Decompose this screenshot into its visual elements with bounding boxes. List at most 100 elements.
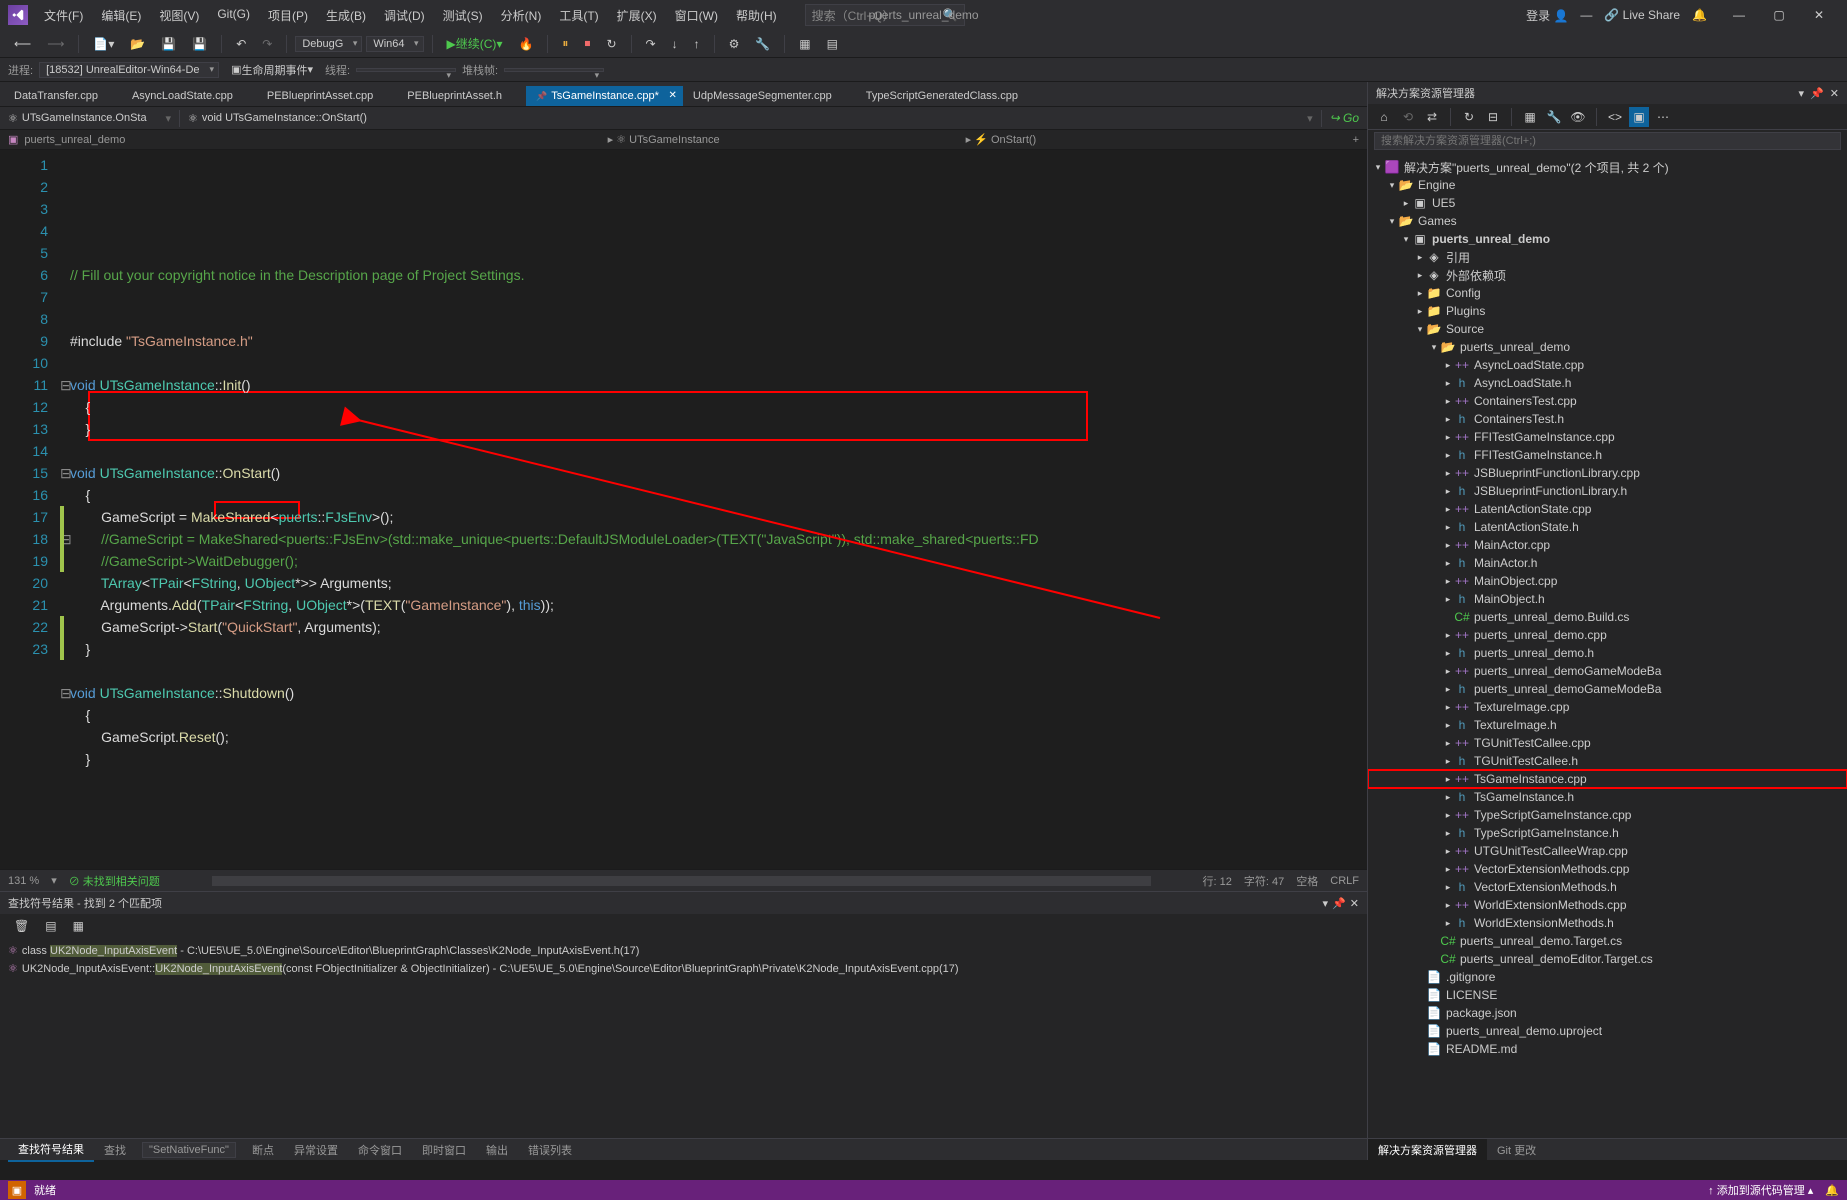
sync-icon[interactable]: ⇄ bbox=[1422, 107, 1442, 127]
panel-dropdown-icon[interactable]: ▾ bbox=[1323, 897, 1329, 910]
menu-item[interactable]: 调试(D) bbox=[376, 3, 433, 28]
tree-item[interactable]: ▾📂Source bbox=[1368, 320, 1847, 338]
bottom-tab[interactable]: 断点 bbox=[242, 1139, 284, 1161]
tree-item[interactable]: ▸📁Plugins bbox=[1368, 302, 1847, 320]
tree-item[interactable]: ▸++ContainersTest.cpp bbox=[1368, 392, 1847, 410]
tree-item[interactable]: ▸++MainActor.cpp bbox=[1368, 536, 1847, 554]
char-indicator[interactable]: 字符: 47 bbox=[1244, 873, 1284, 889]
scope-dropdown[interactable]: ⚛ UTsGameInstance.OnSta▾ bbox=[0, 110, 180, 127]
tree-item[interactable]: ▸hLatentActionState.h bbox=[1368, 518, 1847, 536]
find-results-list[interactable]: ⚛class UK2Node_InputAxisEvent - C:\UE5\U… bbox=[0, 938, 1367, 1138]
document-tab[interactable]: PEBlueprintAsset.h bbox=[397, 86, 526, 106]
solution-search-input[interactable] bbox=[1374, 132, 1841, 150]
document-tab[interactable]: AsyncLoadState.cpp bbox=[122, 86, 257, 106]
tree-item[interactable]: ▾📂puerts_unreal_demo bbox=[1368, 338, 1847, 356]
pause-button[interactable]: ⏸ bbox=[556, 34, 574, 53]
menu-item[interactable]: 文件(F) bbox=[36, 3, 91, 28]
panel-pin-icon[interactable]: 📌 bbox=[1810, 87, 1824, 100]
tree-item[interactable]: ▸++TGUnitTestCallee.cpp bbox=[1368, 734, 1847, 752]
tree-item[interactable]: ▸hTextureImage.h bbox=[1368, 716, 1847, 734]
panel-pin-icon[interactable]: 📌 bbox=[1332, 897, 1346, 910]
login-button[interactable]: 登录 👤 bbox=[1526, 7, 1568, 24]
tree-item[interactable]: ▸📁Config bbox=[1368, 284, 1847, 302]
platform-dropdown[interactable]: Win64 bbox=[366, 36, 423, 52]
tree-item[interactable]: ▸++WorldExtensionMethods.cpp bbox=[1368, 896, 1847, 914]
more-icon[interactable]: ⋯ bbox=[1653, 107, 1673, 127]
panel-close-icon[interactable]: ✕ bbox=[1350, 897, 1359, 910]
tool-button[interactable]: 🔧 bbox=[749, 35, 776, 53]
tree-item[interactable]: 📄LICENSE bbox=[1368, 986, 1847, 1004]
tree-item[interactable]: ▸◈外部依赖项 bbox=[1368, 266, 1847, 284]
window-minimize[interactable]: — bbox=[1580, 8, 1592, 22]
zoom-level[interactable]: 131 % bbox=[8, 875, 39, 887]
step-over-button[interactable]: ↷ bbox=[640, 35, 662, 53]
tree-item[interactable]: ▸++TsGameInstance.cpp bbox=[1368, 770, 1847, 788]
menu-item[interactable]: 工具(T) bbox=[551, 3, 606, 28]
menu-item[interactable]: Git(G) bbox=[209, 3, 258, 28]
panel-dropdown-icon[interactable]: ▾ bbox=[1799, 87, 1805, 100]
restart-button[interactable]: ↻ bbox=[600, 35, 622, 53]
save-all-button[interactable]: 💾 bbox=[186, 35, 213, 53]
document-tab[interactable]: DataTransfer.cpp bbox=[4, 86, 122, 106]
tree-item[interactable]: ▸▣UE5 bbox=[1368, 194, 1847, 212]
tree-item[interactable]: ▸hFFITestGameInstance.h bbox=[1368, 446, 1847, 464]
tool-button[interactable]: ⚙ bbox=[723, 35, 746, 53]
process-dropdown[interactable]: [18532] UnrealEditor-Win64-De bbox=[39, 62, 219, 78]
minimize-button[interactable]: — bbox=[1719, 0, 1759, 30]
breadcrumb[interactable]: ▣ puerts_unreal_demo ▸ ⚛ UTsGameInstance… bbox=[0, 130, 1367, 150]
tree-item[interactable]: ▸++JSBlueprintFunctionLibrary.cpp bbox=[1368, 464, 1847, 482]
collapse-all-icon[interactable]: ⊟ bbox=[1483, 107, 1503, 127]
tree-item[interactable]: ▸hpuerts_unreal_demoGameModeBa bbox=[1368, 680, 1847, 698]
code-editor[interactable]: 1234567891011121314151617181920212223 //… bbox=[0, 150, 1367, 869]
tree-item[interactable]: ▸++TypeScriptGameInstance.cpp bbox=[1368, 806, 1847, 824]
panel-close-icon[interactable]: ✕ bbox=[1830, 87, 1839, 100]
indent-indicator[interactable]: 空格 bbox=[1296, 873, 1318, 889]
back-button[interactable]: ⟵ bbox=[8, 35, 37, 53]
horizontal-scrollbar[interactable] bbox=[212, 876, 1151, 886]
tree-item[interactable]: ▸hMainActor.h bbox=[1368, 554, 1847, 572]
lifecycle-button[interactable]: ▣ 生命周期事件 ▾ bbox=[225, 60, 319, 80]
forward-button[interactable]: ⟶ bbox=[41, 35, 70, 53]
source-control-button[interactable]: ↑ 添加到源代码管理 ▴ bbox=[1708, 1182, 1813, 1198]
step-into-button[interactable]: ↓ bbox=[666, 35, 684, 53]
document-tab[interactable]: TsGameInstance.cpp*✕ bbox=[526, 86, 683, 106]
menu-item[interactable]: 分析(N) bbox=[493, 3, 550, 28]
maximize-button[interactable]: ▢ bbox=[1759, 0, 1799, 30]
live-share-button[interactable]: 🔗 Live Share bbox=[1604, 8, 1680, 22]
add-button[interactable]: + bbox=[1353, 134, 1359, 146]
go-button[interactable]: ↪ Go bbox=[1322, 109, 1367, 127]
home-icon[interactable]: ⌂ bbox=[1374, 107, 1394, 127]
view-designer-icon[interactable]: ▣ bbox=[1629, 107, 1649, 127]
document-tab[interactable]: PEBlueprintAsset.cpp bbox=[257, 86, 397, 106]
tree-item[interactable]: ▸++puerts_unreal_demoGameModeBa bbox=[1368, 662, 1847, 680]
tree-item[interactable]: ▸hJSBlueprintFunctionLibrary.h bbox=[1368, 482, 1847, 500]
save-button[interactable]: 💾 bbox=[155, 35, 182, 53]
bottom-tab[interactable]: 即时窗口 bbox=[412, 1139, 476, 1161]
tree-item[interactable]: ▸hpuerts_unreal_demo.h bbox=[1368, 644, 1847, 662]
preview-icon[interactable]: 👁 bbox=[1568, 107, 1588, 127]
bottom-tab[interactable]: 错误列表 bbox=[518, 1139, 582, 1161]
new-button[interactable]: 📄▾ bbox=[87, 35, 120, 53]
document-tab[interactable]: UdpMessageSegmenter.cpp bbox=[683, 86, 856, 106]
tree-item[interactable]: ▸hWorldExtensionMethods.h bbox=[1368, 914, 1847, 932]
solution-tree[interactable]: ▾🟪解决方案"puerts_unreal_demo"(2 个项目, 共 2 个)… bbox=[1368, 154, 1847, 1138]
function-dropdown[interactable]: ⚛ void UTsGameInstance::OnStart()▾ bbox=[180, 110, 1322, 127]
clear-button[interactable]: 🗑 bbox=[8, 917, 35, 935]
refresh-icon[interactable]: ↻ bbox=[1459, 107, 1479, 127]
right-pane-tab[interactable]: 解决方案资源管理器 bbox=[1368, 1139, 1487, 1161]
tree-item[interactable]: ▸++TextureImage.cpp bbox=[1368, 698, 1847, 716]
back-icon[interactable]: ⟲ bbox=[1398, 107, 1418, 127]
tree-item[interactable]: ▸++MainObject.cpp bbox=[1368, 572, 1847, 590]
tree-item[interactable]: ▾📂Engine bbox=[1368, 176, 1847, 194]
tree-item[interactable]: ▾▣puerts_unreal_demo bbox=[1368, 230, 1847, 248]
breadcrumb-project[interactable]: puerts_unreal_demo bbox=[24, 134, 125, 146]
tree-item[interactable]: 📄.gitignore bbox=[1368, 968, 1847, 986]
hot-reload-button[interactable]: 🔥 bbox=[512, 35, 539, 53]
menu-item[interactable]: 测试(S) bbox=[435, 3, 491, 28]
tree-item[interactable]: ▸hMainObject.h bbox=[1368, 590, 1847, 608]
tree-item[interactable]: ▸hAsyncLoadState.h bbox=[1368, 374, 1847, 392]
tree-item[interactable]: ▸hTsGameInstance.h bbox=[1368, 788, 1847, 806]
tree-item[interactable]: ▸hTypeScriptGameInstance.h bbox=[1368, 824, 1847, 842]
close-button[interactable]: ✕ bbox=[1799, 0, 1839, 30]
view-code-icon[interactable]: <> bbox=[1605, 107, 1625, 127]
